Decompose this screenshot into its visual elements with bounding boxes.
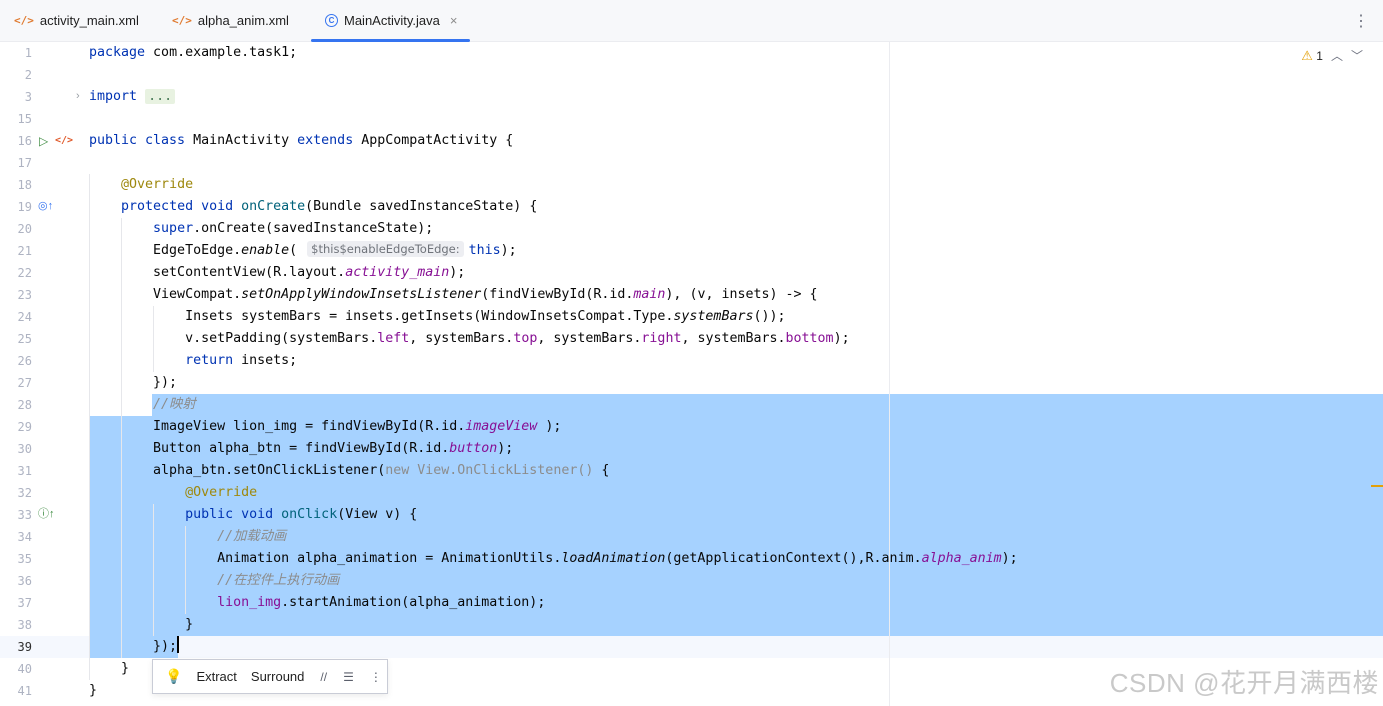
warning-icon: ⚠: [1301, 47, 1313, 63]
code-line: Button alpha_btn = findViewById(R.id.but…: [89, 441, 514, 456]
more-options-icon[interactable]: ⋮: [1353, 11, 1369, 31]
code-line: ViewCompat.setOnApplyWindowInsetsListene…: [89, 287, 818, 302]
line-number: 32: [17, 486, 32, 500]
line-number: 25: [17, 332, 32, 346]
line-number: 35: [17, 552, 32, 566]
line-number: 3: [24, 90, 32, 104]
caret-line-highlight: [0, 636, 1383, 658]
code-line: public class MainActivity extends AppCom…: [89, 133, 514, 148]
line-number: 27: [17, 376, 32, 390]
related-xml-icon[interactable]: </>: [55, 134, 73, 148]
close-icon[interactable]: ×: [450, 13, 458, 28]
code-line: //映射: [153, 397, 196, 412]
code-line: alpha_btn.setOnClickListener(new View.On…: [89, 463, 610, 478]
line-number: 40: [17, 662, 32, 676]
previous-highlight-icon[interactable]: ︿: [1331, 47, 1343, 64]
line-number: 38: [17, 618, 32, 632]
line-number: 39: [17, 640, 32, 654]
tab-mainactivity-java[interactable]: C MainActivity.java ×: [311, 0, 470, 42]
line-number: 2: [24, 68, 32, 82]
code-line: public void onClick(View v) {: [185, 507, 418, 522]
next-highlight-icon[interactable]: ﹀: [1351, 47, 1363, 64]
tab-activity-main-xml[interactable]: </> activity_main.xml: [0, 0, 158, 41]
implement-method-icon[interactable]: ⓘ↑: [38, 507, 55, 521]
line-number: 30: [17, 442, 32, 456]
line-number: 21: [17, 244, 32, 258]
line-number: 20: [17, 222, 32, 236]
line-number: 19: [17, 200, 32, 214]
text-caret: [177, 636, 180, 653]
line-number: 23: [17, 288, 32, 302]
code-line: package com.example.task1;: [89, 45, 298, 60]
line-number: 36: [17, 574, 32, 588]
code-line: setContentView(R.layout.activity_main);: [89, 265, 466, 280]
code-line: lion_img.startAnimation(alpha_animation)…: [217, 595, 546, 610]
extract-button[interactable]: Extract: [196, 669, 236, 684]
code-line: }: [89, 683, 98, 698]
line-number: 24: [17, 310, 32, 324]
tab-alpha-anim-xml[interactable]: </> alpha_anim.xml: [158, 0, 310, 41]
reformat-icon[interactable]: ☰: [343, 670, 354, 684]
surround-button[interactable]: Surround: [251, 669, 304, 684]
code-line: Animation alpha_animation = AnimationUti…: [89, 551, 1018, 566]
java-class-icon: C: [325, 14, 338, 27]
code-line: //在控件上执行动画: [217, 573, 340, 588]
code-line: //加载动画: [217, 529, 287, 544]
code-line: });: [89, 375, 178, 390]
line-number: 37: [17, 596, 32, 610]
line-number: 26: [17, 354, 32, 368]
line-number: 29: [17, 420, 32, 434]
warning-stripe-marker[interactable]: [1371, 485, 1383, 487]
floating-code-toolbar: 💡 Extract Surround // ☰ ⋮: [152, 659, 388, 694]
code-line: @Override: [121, 177, 194, 192]
tab-label: activity_main.xml: [39, 13, 139, 28]
line-number: 15: [17, 112, 32, 126]
line-number: 18: [17, 178, 32, 192]
code-line: protected void onCreate(Bundle savedInst…: [121, 199, 538, 214]
line-number: 41: [17, 684, 32, 698]
line-number: 34: [17, 530, 32, 544]
code-line: ImageView lion_img = findViewById(R.id.i…: [89, 419, 562, 434]
line-number: 17: [17, 156, 32, 170]
code-line: return insets;: [185, 353, 298, 368]
code-line: import ...: [89, 86, 176, 108]
code-line: }: [89, 661, 130, 676]
line-number: 31: [17, 464, 32, 478]
run-icon[interactable]: ▷: [39, 134, 48, 148]
code-line: @Override: [185, 485, 258, 500]
folded-imports[interactable]: ...: [145, 89, 176, 104]
code-line: v.setPadding(systemBars.left, systemBars…: [89, 331, 850, 346]
code-line: EdgeToEdge.enable( $this$enableEdgeToEdg…: [89, 241, 517, 258]
xml-file-icon: </>: [172, 14, 192, 27]
watermark: CSDN @花开月满西楼: [1109, 668, 1379, 698]
inspection-widget[interactable]: ⚠ 1 ︿ ﹀: [1301, 47, 1363, 64]
line-number: 1: [24, 46, 32, 60]
code-line: super.onCreate(savedInstanceState);: [153, 221, 434, 236]
line-number: 16: [17, 134, 32, 148]
lightbulb-icon[interactable]: 💡: [165, 668, 182, 685]
fold-chevron-icon[interactable]: ›: [76, 90, 80, 102]
override-method-icon[interactable]: ◎↑: [38, 199, 53, 213]
code-line: });: [89, 636, 180, 658]
right-margin-guide: [889, 42, 890, 706]
code-editor[interactable]: 1 2 3 15 16 17 18 19 20 21 22 23 24 25 2…: [0, 42, 1383, 706]
selection-highlight: [152, 394, 1383, 416]
comment-icon[interactable]: //: [320, 670, 327, 684]
line-number: 22: [17, 266, 32, 280]
more-options-icon[interactable]: ⋮: [370, 670, 382, 684]
code-line: Insets systemBars = insets.getInsets(Win…: [89, 309, 786, 324]
xml-file-icon: </>: [14, 14, 34, 27]
inlay-parameter-hint: $this$enableEdgeToEdge:: [307, 241, 464, 257]
warning-count: 1: [1316, 48, 1323, 63]
code-line: }: [89, 617, 194, 632]
editor-tab-bar: </> activity_main.xml </> alpha_anim.xml…: [0, 0, 1383, 42]
line-number: 33: [17, 508, 32, 522]
tab-label: MainActivity.java: [344, 13, 440, 28]
line-number: 28: [17, 398, 32, 412]
tab-label: alpha_anim.xml: [197, 13, 289, 28]
